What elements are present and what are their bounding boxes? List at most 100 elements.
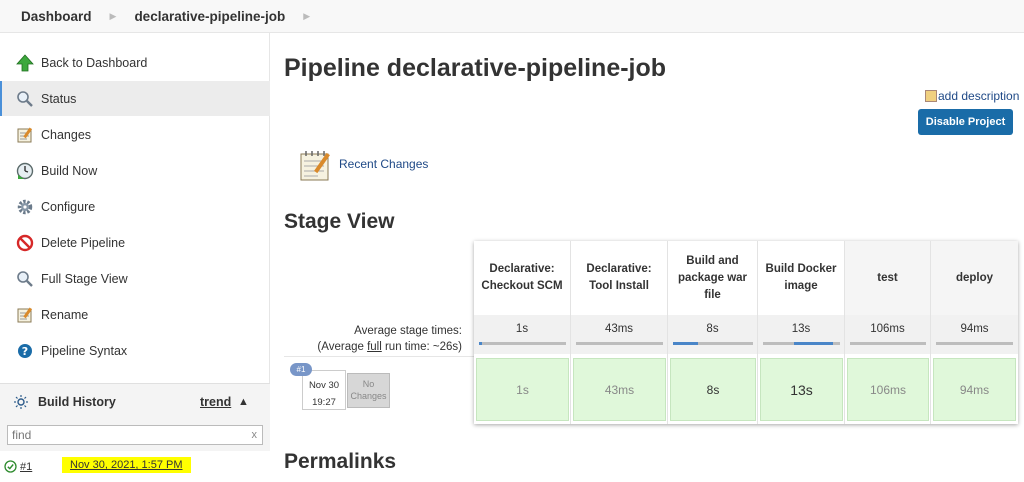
breadcrumb-dashboard[interactable]: Dashboard <box>0 9 92 24</box>
sidebar-item-label: Full Stage View <box>41 271 128 286</box>
stage-run-cell[interactable]: 94ms <box>933 358 1016 421</box>
svg-text:?: ? <box>22 345 28 358</box>
notepad-icon <box>15 125 35 145</box>
stage-average-bar <box>673 342 753 345</box>
stage-column: Declarative: Tool Install 43ms 43ms <box>571 241 668 424</box>
build-date-link[interactable]: Nov 30, 2021, 1:57 PM <box>62 457 191 473</box>
magnifier-icon <box>15 89 35 109</box>
trend-link[interactable]: trend <box>200 395 231 409</box>
chevron-up-icon[interactable]: ▲ <box>238 396 249 408</box>
build-date-box[interactable]: Nov 30 19:27 <box>302 370 346 410</box>
stage-column: deploy 94ms 94ms <box>931 241 1018 424</box>
disable-project-button[interactable]: Disable Project <box>918 109 1013 135</box>
stage-run-cell[interactable]: 13s <box>760 358 843 421</box>
stage-average-bar <box>479 342 566 345</box>
build-number-link[interactable]: #1 <box>20 461 32 473</box>
stage-average-time: 1s <box>515 323 529 335</box>
sidebar-item-label: Rename <box>41 307 89 322</box>
full-run-link[interactable]: full <box>367 341 382 353</box>
avg-label-prefix: (Average <box>317 341 368 353</box>
build-history-row: #1 Nov 30, 2021, 1:57 PM <box>0 451 270 482</box>
sidebar-item-configure[interactable]: Configure <box>0 189 270 224</box>
stage-column: Build Docker image 13s 13s <box>758 241 845 424</box>
stage-header: Build and package war file <box>668 241 757 315</box>
sidebar-item-changes[interactable]: Changes <box>0 117 270 152</box>
sidebar-item-pipeline-syntax[interactable]: ? Pipeline Syntax <box>0 333 270 368</box>
build-history-title: Build History <box>38 394 116 409</box>
sidebar-item-build-now[interactable]: Build Now <box>0 153 270 188</box>
build-filter-input[interactable]: find x <box>7 425 263 445</box>
sidebar-item-status[interactable]: Status <box>0 81 270 116</box>
build-date: Nov 30 <box>308 380 340 391</box>
edit-note-icon <box>925 90 937 102</box>
stage-average: 43ms <box>571 315 667 354</box>
page-title: Pipeline declarative-pipeline-job <box>284 54 667 82</box>
stage-average-time: 94ms <box>960 323 989 335</box>
stage-average-bar <box>576 342 663 345</box>
recent-changes-link[interactable]: Recent Changes <box>339 157 428 171</box>
success-check-icon <box>4 460 17 473</box>
no-entry-icon <box>15 233 35 253</box>
add-description-link[interactable]: add description <box>925 89 1019 103</box>
stage-average: 94ms <box>931 315 1018 354</box>
stage-average: 13s <box>758 315 844 354</box>
build-history-header: Build History trend ▲ <box>0 383 270 419</box>
stage-header: Build Docker image <box>758 241 844 315</box>
stage-average: 1s <box>474 315 570 354</box>
sidebar-item-back-to-dashboard[interactable]: Back to Dashboard <box>0 45 270 80</box>
sidebar-item-full-stage-view[interactable]: Full Stage View <box>0 261 270 296</box>
notepad-icon <box>298 148 334 184</box>
stage-average-time: 8s <box>706 323 719 335</box>
sidebar-item-label: Delete Pipeline <box>41 235 126 250</box>
stage-column: Build and package war file 8s 8s <box>668 241 758 424</box>
stage-run-cell[interactable]: 43ms <box>573 358 666 421</box>
stage-average-bar-fill <box>673 342 698 345</box>
sidebar-item-delete-pipeline[interactable]: Delete Pipeline <box>0 225 270 260</box>
help-icon: ? <box>15 341 35 361</box>
avg-label-suffix: run time: ~26s) <box>381 341 462 353</box>
sidebar-item-rename[interactable]: Rename <box>0 297 270 332</box>
breadcrumb-job[interactable]: declarative-pipeline-job <box>116 9 285 24</box>
stage-column: test 106ms 106ms <box>845 241 931 424</box>
recent-changes[interactable]: Recent Changes <box>298 148 428 184</box>
stage-average-time: 43ms <box>604 323 634 335</box>
magnifier-icon <box>15 269 35 289</box>
build-row-divider <box>284 356 474 357</box>
stage-average: 8s <box>668 315 757 354</box>
stage-average-time: 13s <box>791 323 811 335</box>
stage-average-bar-fill <box>794 342 833 345</box>
no-changes-box[interactable]: No Changes <box>347 373 390 408</box>
stage-average-time: 106ms <box>870 323 905 335</box>
stage-run-cell[interactable]: 106ms <box>847 358 929 421</box>
stage-header: test <box>845 241 930 315</box>
build-time: 19:27 <box>312 397 336 408</box>
stage-average-bar <box>850 342 926 345</box>
sidebar-item-label: Back to Dashboard <box>41 55 148 70</box>
sidebar-item-label: Configure <box>41 199 96 214</box>
build-filter-bar: find x <box>0 419 270 451</box>
up-arrow-icon <box>15 53 35 73</box>
sidebar-item-label: Pipeline Syntax <box>41 343 128 358</box>
stage-header: Declarative: Tool Install <box>571 241 667 315</box>
build-filter-placeholder: find <box>12 428 32 442</box>
stage-run-cell[interactable]: 8s <box>670 358 756 421</box>
stage-average-bar-fill <box>479 342 482 345</box>
stage-header: deploy <box>931 241 1018 315</box>
notepad-icon <box>15 305 35 325</box>
stage-view-table: Declarative: Checkout SCM 1s 1s Declarative… <box>474 241 1018 424</box>
sidebar-item-label: Status <box>41 91 77 106</box>
sun-icon <box>14 394 28 409</box>
breadcrumb-separator-icon: ▶ <box>303 10 311 21</box>
add-description-label: add description <box>938 89 1020 103</box>
stage-run-cell[interactable]: 1s <box>476 358 569 421</box>
clear-filter-icon[interactable]: x <box>252 426 258 444</box>
sidebar: Back to Dashboard Status Changes Build N… <box>0 33 270 482</box>
gear-icon <box>15 197 35 217</box>
avg-label-line2: (Average full run time: ~26s) <box>300 339 462 355</box>
sidebar-item-label: Build Now <box>41 163 98 178</box>
breadcrumb-separator-icon: ▶ <box>109 10 117 21</box>
permalinks-title: Permalinks <box>284 450 397 473</box>
stage-average-bar <box>936 342 1013 345</box>
clock-play-icon <box>15 161 35 181</box>
build-number-badge[interactable]: #1 <box>290 363 312 376</box>
